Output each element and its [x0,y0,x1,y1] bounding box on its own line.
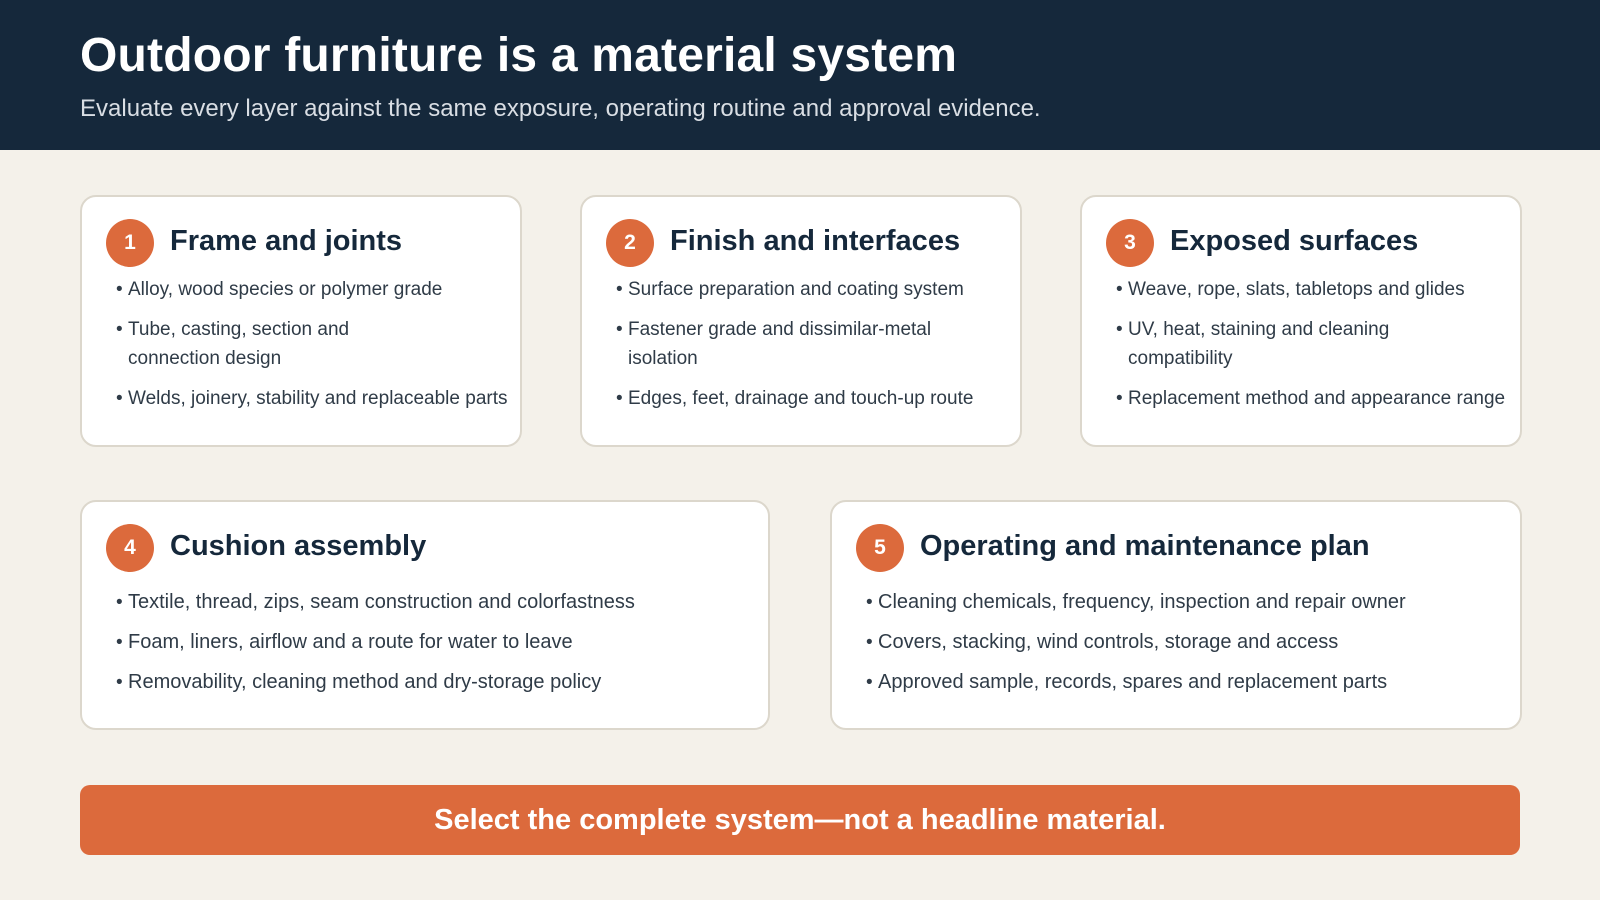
card-title: Frame and joints [170,225,403,257]
list-item: Surface preparation and coating system [616,275,1016,304]
list-item: Textile, thread, zips, seam construction… [116,588,756,617]
card-cushion-assembly: 4 Cushion assembly Textile, thread, zips… [80,500,770,730]
card-finish-and-interfaces: 2 Finish and interfaces Surface preparat… [580,195,1022,447]
list-item: Replacement method and appearance range [1116,384,1516,413]
list-item: UV, heat, staining and cleaning compatib… [1116,315,1516,373]
list-item: Approved sample, records, spares and rep… [866,668,1506,697]
card-number-badge: 1 [106,219,154,267]
card-title: Cushion assembly [170,530,427,562]
card-bullet-list: Weave, rope, slats, tabletops and glides… [1116,275,1516,424]
card-number-badge: 4 [106,524,154,572]
page-title: Outdoor furniture is a material system [80,29,958,82]
conclusion-banner: Select the complete system—not a headlin… [80,785,1520,855]
list-item: Covers, stacking, wind controls, storage… [866,628,1506,657]
card-bullet-list: Alloy, wood species or polymer grade Tub… [116,275,516,424]
card-number-badge: 3 [1106,219,1154,267]
card-bullet-list: Surface preparation and coating system F… [616,275,1016,424]
list-item: Alloy, wood species or polymer grade [116,275,516,304]
card-title: Operating and maintenance plan [920,530,1370,562]
list-item: Tube, casting, section and connection de… [116,315,516,373]
page-subtitle: Evaluate every layer against the same ex… [80,95,1041,122]
card-bullet-list: Textile, thread, zips, seam construction… [116,588,756,708]
card-exposed-surfaces: 3 Exposed surfaces Weave, rope, slats, t… [1080,195,1522,447]
list-item: Weave, rope, slats, tabletops and glides [1116,275,1516,304]
list-item: Cleaning chemicals, frequency, inspectio… [866,588,1506,617]
list-item: Foam, liners, airflow and a route for wa… [116,628,756,657]
card-frame-and-joints: 1 Frame and joints Alloy, wood species o… [80,195,522,447]
header: Outdoor furniture is a material system E… [0,0,1600,150]
list-item: Fastener grade and dissimilar-metal isol… [616,315,1016,373]
card-title: Finish and interfaces [670,225,961,257]
list-item: Edges, feet, drainage and touch-up route [616,384,1016,413]
card-number-badge: 2 [606,219,654,267]
list-item: Removability, cleaning method and dry-st… [116,668,756,697]
card-number-badge: 5 [856,524,904,572]
list-item: Welds, joinery, stability and replaceabl… [116,384,516,413]
card-title: Exposed surfaces [1170,225,1419,257]
card-operating-and-maintenance-plan: 5 Operating and maintenance plan Cleanin… [830,500,1522,730]
card-bullet-list: Cleaning chemicals, frequency, inspectio… [866,588,1506,708]
